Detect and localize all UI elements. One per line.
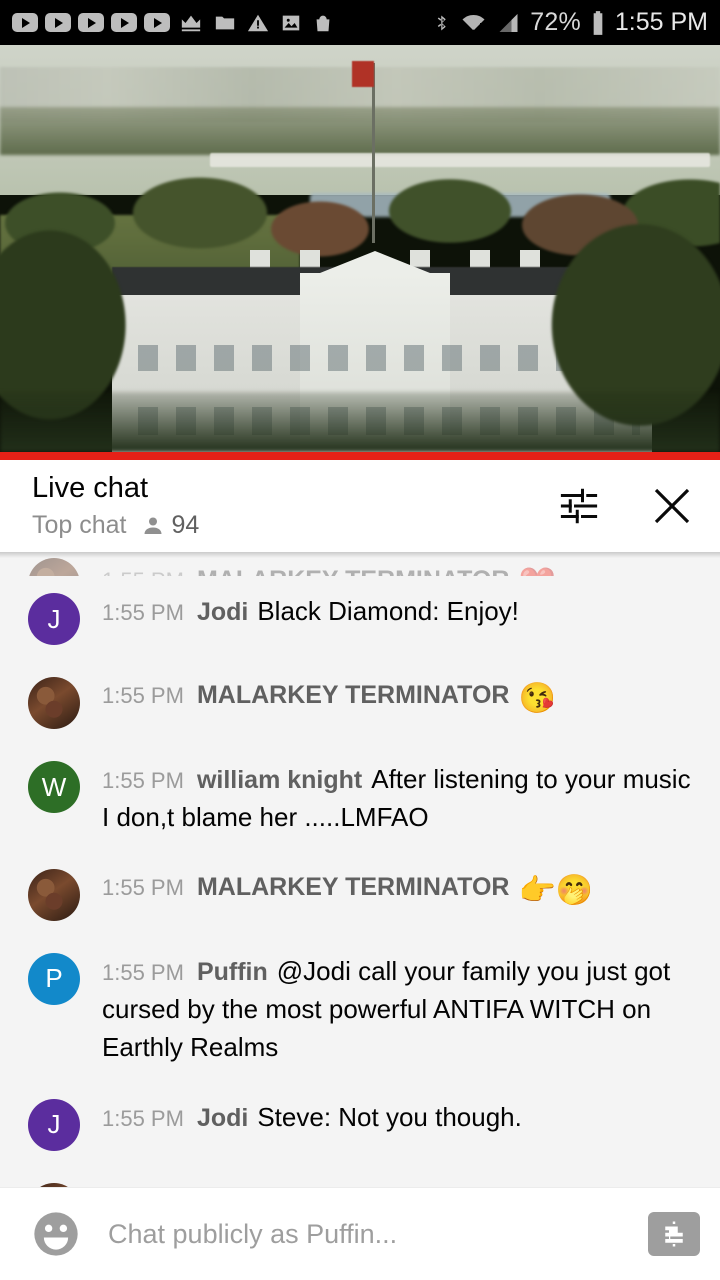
avatar[interactable]: J <box>28 1098 80 1151</box>
super-chat-dollar-icon[interactable] <box>648 1212 700 1256</box>
message-body: 1:55 PM MALARKEY TERMINATOR 👉🤭 <box>102 867 694 913</box>
emoji-smiley-icon[interactable] <box>30 1208 82 1260</box>
message-author[interactable]: Jodi <box>197 1104 248 1132</box>
chat-subheader: Top chat 94 <box>32 511 199 540</box>
list-item[interactable]: J 1:55 PM Jodi Steve: Not you though. <box>0 1082 720 1166</box>
avatar[interactable]: J <box>28 593 80 645</box>
message-author[interactable]: Jodi <box>197 598 248 626</box>
battery-icon <box>593 10 603 35</box>
video-frame-white-house <box>0 45 720 452</box>
tune-icon[interactable] <box>558 485 600 527</box>
status-bar: 72% 1:55 PM <box>0 0 720 45</box>
message-body: 1:55 PM Jodi Steve: Not you though. <box>102 1097 694 1137</box>
youtube-icon <box>144 13 170 32</box>
list-item[interactable]: 1:55 PMMALARKEY TERMINATOR👊 <box>0 1166 720 1187</box>
message-text: Black Diamond: Enjoy! <box>257 596 519 626</box>
list-item[interactable]: P 1:55 PM Puffin @Jodi call your family yo… <box>0 936 720 1082</box>
message-timestamp: 1:55 PM <box>102 1105 184 1131</box>
bluetooth-icon <box>438 15 446 30</box>
warning-icon <box>247 14 269 31</box>
message-author[interactable]: Puffin <box>197 958 268 986</box>
message-text: Steve: Not you though. <box>257 1101 522 1132</box>
live-chat-header-actions <box>558 482 696 530</box>
message-body: 1:55 PM william knight After listening to … <box>102 759 694 837</box>
avatar[interactable]: W <box>28 761 80 813</box>
message-timestamp: 1:55 PM <box>102 600 184 625</box>
message-timestamp: 1:55 PM <box>102 959 184 985</box>
battery-percent-label: 72% <box>530 8 581 36</box>
avatar[interactable] <box>28 868 80 921</box>
avatar[interactable] <box>28 677 80 729</box>
page-title: Live chat <box>32 472 149 504</box>
message-body: 1:55 PMMALARKEY TERMINATOR👊 <box>102 1181 694 1188</box>
message-body: 1:55 PM MALARKEY TERMINATOR 😘 <box>102 675 694 721</box>
message-text: After listening to your music I don,t bl… <box>102 764 691 832</box>
avatar[interactable] <box>28 1182 80 1187</box>
message-author[interactable]: MALARKEY TERMINATOR <box>197 873 510 901</box>
message-emoji: 👉🤭 <box>518 873 594 907</box>
youtube-icon <box>45 13 71 32</box>
image-icon <box>282 15 300 30</box>
avatar[interactable] <box>28 558 80 576</box>
video-player[interactable] <box>0 45 720 452</box>
clock-label: 1:55 PM <box>614 8 708 36</box>
youtube-icon <box>78 13 104 32</box>
chat-input-bar <box>0 1187 720 1280</box>
list-item[interactable]: 1:55 PM MALARKEY TERMINATOR 😘 <box>0 660 720 744</box>
message-text: @Jodi call your family you just got curs… <box>102 955 671 1062</box>
chat-message-list[interactable]: 1:55 PM MALARKEY TERMINATOR ❤️ J 1:55 PM Jo… <box>0 552 720 1187</box>
message-timestamp: 1:55 PM <box>102 768 184 793</box>
message-body: 1:55 PM MALARKEY TERMINATOR ❤️ <box>102 560 694 576</box>
avatar[interactable]: P <box>28 952 80 1005</box>
youtube-icon <box>111 13 137 32</box>
folder-icon <box>215 16 235 29</box>
message-emoji: 😘 <box>518 682 556 715</box>
status-bar-notifications <box>12 12 335 34</box>
message-emoji: ❤️ <box>518 567 555 576</box>
live-chat-header: Live chat Top chat 94 <box>0 460 720 552</box>
list-item[interactable]: J 1:55 PM Jodi Black Diamond: Enjoy! <box>0 576 720 660</box>
close-icon[interactable] <box>648 482 696 530</box>
video-progress-bar[interactable] <box>0 452 720 460</box>
message-author[interactable]: MALARKEY TERMINATOR <box>197 566 510 576</box>
shopping-bag-icon <box>316 15 330 31</box>
viewer-count-group: 94 <box>141 511 200 540</box>
wifi-icon <box>462 14 485 35</box>
message-body: 1:55 PM Puffin @Jodi call your family you … <box>102 951 694 1067</box>
list-item[interactable]: 1:55 PM MALARKEY TERMINATOR ❤️ <box>0 556 720 576</box>
list-item[interactable]: 1:55 PM MALARKEY TERMINATOR 👉🤭 <box>0 852 720 936</box>
youtube-icon <box>12 13 38 32</box>
message-timestamp: 1:55 PM <box>102 568 184 576</box>
message-body: 1:55 PM Jodi Black Diamond: Enjoy! <box>102 591 694 631</box>
person-icon <box>144 517 162 534</box>
message-timestamp: 1:55 PM <box>102 683 184 708</box>
crown-icon <box>181 15 201 31</box>
viewer-count-label: 94 <box>171 511 200 539</box>
message-author[interactable]: william knight <box>197 766 362 794</box>
cell-signal-icon <box>499 13 518 32</box>
live-chat-titles: Live chat Top chat 94 <box>32 472 199 540</box>
chat-input[interactable] <box>108 1218 634 1250</box>
youtube-live-chat-screen: 72% 1:55 PM Live chat Top chat 94 J 1:55… <box>0 0 720 1280</box>
list-item[interactable]: W 1:55 PM william knight After listening t… <box>0 744 720 852</box>
status-bar-system: 72% 1:55 PM <box>433 8 708 37</box>
message-author[interactable]: MALARKEY TERMINATOR <box>197 681 510 709</box>
message-timestamp: 1:55 PM <box>102 874 184 900</box>
chat-mode-label[interactable]: Top chat <box>32 511 127 540</box>
